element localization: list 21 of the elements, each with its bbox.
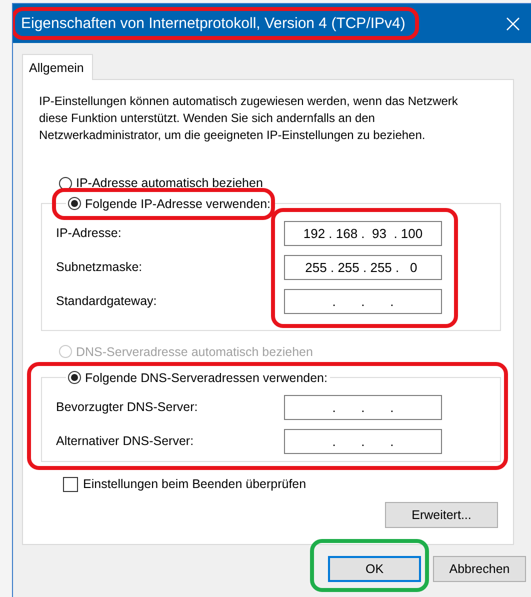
window-title: Eigenschaften von Internetprotokoll, Version 4 (TCP/IPv4) [21, 15, 406, 32]
description-text: IP-Einstellungen können automatisch zugewiesen werden, wenn das Netzwerk diese Funktion unterstützt. Wenden Sie sich andernfalls an den Netzwerkadministrator, um die geeigneten IP-Einstellungen zu beziehen. [39, 93, 459, 144]
ok-button[interactable]: OK [328, 556, 421, 582]
field-label: Alternativer DNS-Server: [56, 432, 195, 450]
radio-option[interactable]: IP-Adresse automatisch beziehen [59, 176, 263, 190]
field-label: IP-Adresse: [56, 224, 122, 242]
checkbox[interactable]: Einstellungen beim Beenden überprüfen [63, 476, 306, 492]
ip-address-field[interactable]: 255 . 255 . 255 . 0 [284, 254, 442, 280]
radio-option[interactable]: Folgende DNS-Serveradressen verwenden: [68, 370, 328, 384]
radio-option[interactable]: Folgende IP-Adresse verwenden: [68, 196, 271, 210]
field-label: Subnetzmaske: [56, 258, 144, 276]
ip-address-field[interactable]: 192 . 168 . 93 . 100 [284, 220, 442, 246]
ip-address-field[interactable]: . . . [284, 288, 442, 314]
ip-address-field[interactable]: . . . [284, 428, 442, 454]
advanced-button[interactable]: Erweitert... [385, 502, 498, 528]
tab[interactable]: Allgemein [22, 54, 93, 80]
close-icon[interactable] [506, 16, 520, 30]
cancel-button[interactable]: Abbrechen [433, 556, 526, 582]
field-label: Standardgateway: [56, 292, 158, 310]
field-label: Bevorzugter DNS-Server: [56, 398, 199, 416]
ip-address-field[interactable]: . . . [284, 394, 442, 420]
